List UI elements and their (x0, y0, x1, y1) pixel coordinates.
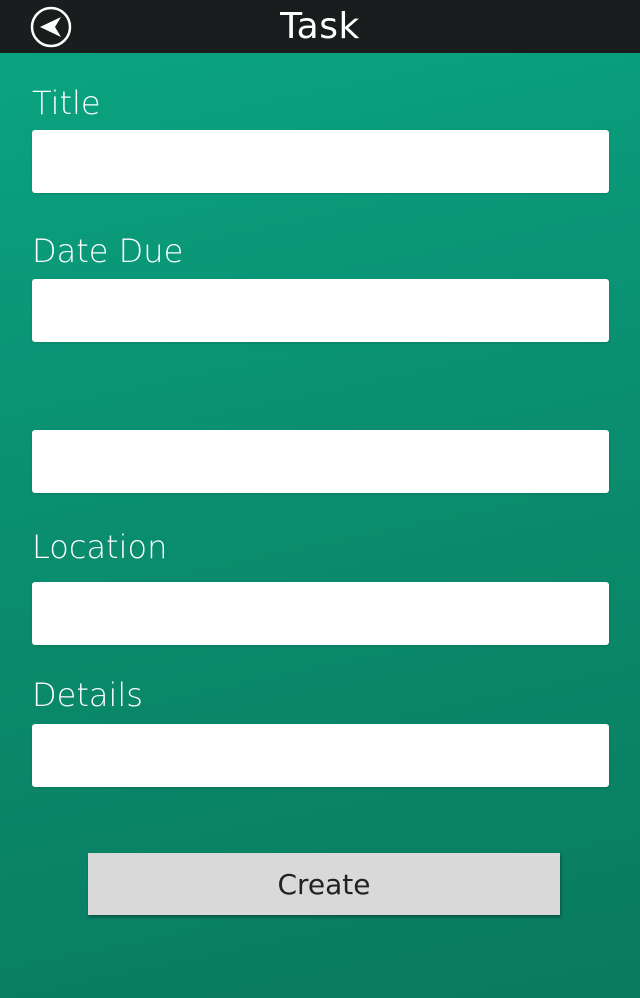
back-button[interactable] (30, 6, 72, 48)
location-input[interactable] (32, 582, 609, 645)
back-arrow-circle-icon (30, 6, 72, 48)
top-bar: Task (0, 0, 640, 53)
location-label: Location (32, 528, 168, 566)
details-label: Details (32, 676, 143, 714)
task-screen: Task Title Date Due Location Details Cre… (0, 0, 640, 998)
create-button[interactable]: Create (88, 853, 560, 915)
date-due-label: Date Due (32, 232, 184, 270)
page-title: Task (280, 6, 360, 47)
title-label: Title (32, 84, 101, 122)
details-input[interactable] (32, 724, 609, 787)
unlabeled-input[interactable] (32, 430, 609, 493)
title-input[interactable] (32, 130, 609, 193)
date-due-input[interactable] (32, 279, 609, 342)
